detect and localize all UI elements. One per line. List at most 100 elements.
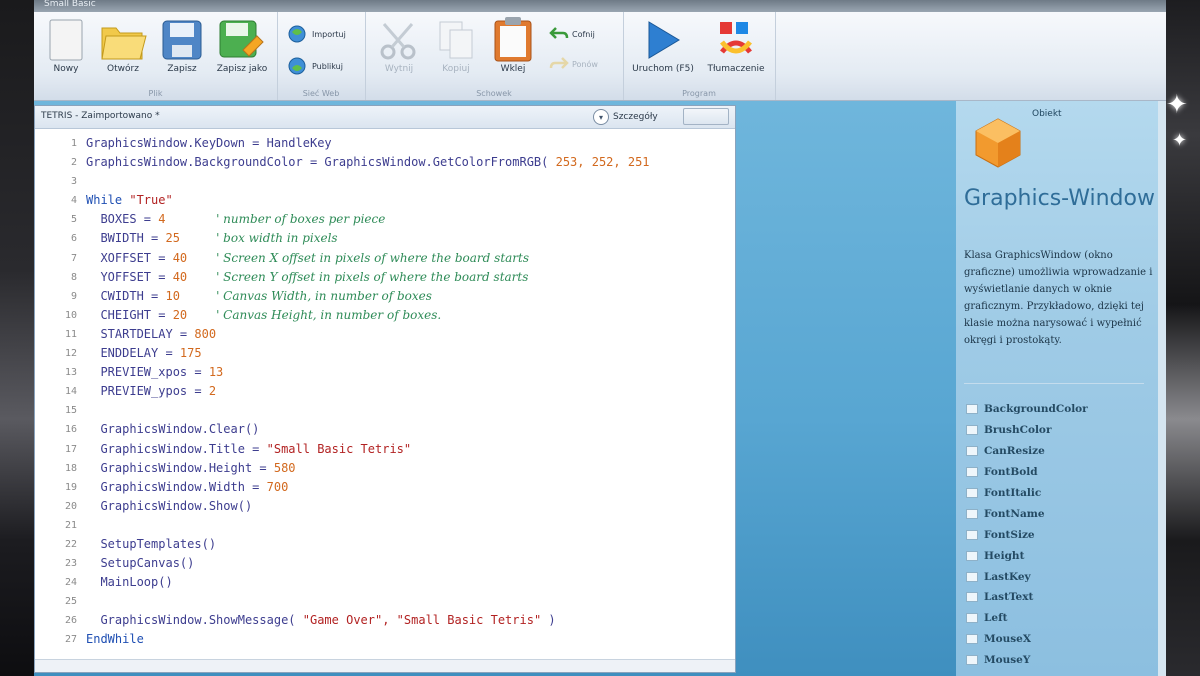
- line-number: 15: [64, 405, 77, 417]
- code-line[interactable]: 21: [35, 516, 725, 535]
- open-button-label: Otwórz: [107, 64, 139, 74]
- copy-button[interactable]: Kopiuj: [431, 18, 481, 74]
- publish-button[interactable]: Publikuj: [287, 56, 343, 76]
- ribbon-group-web-label: Sieć Web: [302, 89, 340, 98]
- cut-button[interactable]: Wytnij: [373, 18, 425, 74]
- help-property-item[interactable]: Height: [966, 545, 1162, 566]
- publish-button-label: Publikuj: [312, 61, 343, 71]
- code-token: 700: [266, 479, 289, 494]
- run-button[interactable]: Uruchom (F5): [627, 18, 699, 74]
- code-editor[interactable]: 1 GraphicsWindow.KeyDown = HandleKey 2 Grap…: [35, 134, 725, 654]
- help-property-item[interactable]: Left: [966, 608, 1162, 629]
- code-line[interactable]: 4 While "True": [35, 191, 725, 210]
- help-property-item[interactable]: MouseX: [966, 629, 1162, 650]
- code-editor-window: TETRIS - Zaimportowano * ▾ Szczegóły 1 Gr…: [34, 105, 736, 673]
- code-line[interactable]: 25: [35, 592, 725, 611]
- code-line[interactable]: 13 PREVIEW_xpos = 13: [35, 363, 725, 382]
- help-property-item[interactable]: FontSize: [966, 524, 1162, 545]
- copy-icon: [439, 21, 473, 59]
- line-number: 3: [70, 176, 77, 188]
- new-button[interactable]: Nowy: [44, 18, 88, 74]
- code-line[interactable]: 19 GraphicsWindow.Width = 700: [35, 478, 725, 497]
- translate-icon: [720, 22, 752, 54]
- import-button[interactable]: Importuj: [287, 24, 346, 44]
- code-line[interactable]: 10 CHEIGHT = 20 ' Canvas Height, in numb…: [35, 306, 725, 325]
- code-token: 253, 252, 251: [555, 155, 650, 170]
- code-token: "Game Over", "Small Basic Tetris": [302, 613, 542, 628]
- code-line[interactable]: 24 MainLoop(): [35, 573, 725, 592]
- code-line[interactable]: 23 SetupCanvas(): [35, 554, 725, 573]
- redo-button[interactable]: Ponów: [549, 56, 598, 72]
- code-line[interactable]: 7 XOFFSET = 40 ' Screen X offset in pixe…: [35, 249, 725, 268]
- code-line[interactable]: 2 GraphicsWindow.BackgroundColor = Graphi…: [35, 153, 725, 172]
- help-property-item[interactable]: CanResize: [966, 441, 1162, 462]
- details-toggle-button[interactable]: ▾ Szczegóły: [593, 109, 658, 125]
- code-line[interactable]: 18 GraphicsWindow.Height = 580: [35, 459, 725, 478]
- code-line[interactable]: 14 PREVIEW_ypos = 2: [35, 382, 725, 401]
- code-text: BWIDTH = 25 ' box width in pixels: [86, 229, 337, 248]
- code-line[interactable]: 11 STARTDELAY = 800: [35, 325, 725, 344]
- horizontal-scrollbar[interactable]: [35, 659, 735, 672]
- help-vertical-scrollbar[interactable]: [1158, 101, 1166, 676]
- paste-button[interactable]: Wklej: [489, 16, 537, 74]
- line-number: 26: [64, 615, 77, 627]
- code-text: While "True": [86, 191, 173, 210]
- property-label: MouseX: [984, 633, 1031, 646]
- code-line[interactable]: 27 EndWhile: [35, 630, 725, 649]
- code-line[interactable]: 20 GraphicsWindow.Show(): [35, 497, 725, 516]
- code-line[interactable]: 1 GraphicsWindow.KeyDown = HandleKey: [35, 134, 725, 153]
- open-button[interactable]: Otwórz: [96, 18, 150, 74]
- code-token: PREVIEW_ypos =: [86, 384, 209, 399]
- property-label: Height: [984, 549, 1025, 562]
- translate-button[interactable]: Tłumaczenie: [703, 18, 769, 74]
- code-token: "True": [129, 193, 173, 208]
- sparkle-icon: ✦: [1166, 90, 1188, 120]
- code-line[interactable]: 5 BOXES = 4 ' number of boxes per piece: [35, 210, 725, 229]
- ribbon-group-file: Nowy Otwórz Zapisz Zapisz jako Plik: [34, 12, 278, 100]
- code-token: XOFFSET =: [86, 250, 173, 265]
- code-line[interactable]: 3: [35, 172, 725, 191]
- details-label: Szczegóły: [613, 112, 658, 122]
- help-property-item[interactable]: LastText: [966, 587, 1162, 608]
- undo-button[interactable]: Cofnij: [549, 26, 595, 42]
- code-text: PREVIEW_ypos = 2: [86, 382, 216, 401]
- close-document-button[interactable]: [683, 108, 729, 125]
- code-token: 40: [172, 269, 188, 284]
- code-line[interactable]: 26 GraphicsWindow.ShowMessage( "Game Ove…: [35, 611, 725, 630]
- line-number: 1: [70, 138, 77, 149]
- line-number: 25: [64, 596, 77, 608]
- save-as-button[interactable]: Zapisz jako: [212, 18, 272, 74]
- code-line[interactable]: 16 GraphicsWindow.Clear(): [35, 420, 725, 439]
- line-number: 20: [64, 500, 77, 512]
- line-number: 8: [70, 271, 77, 283]
- help-property-item[interactable]: MouseY: [966, 650, 1162, 671]
- code-line[interactable]: 12 ENDDELAY = 175: [35, 344, 725, 363]
- help-property-item[interactable]: FontItalic: [966, 483, 1162, 504]
- property-label: FontBold: [984, 466, 1038, 479]
- help-property-item[interactable]: FontName: [966, 503, 1162, 524]
- code-token: CHEIGHT =: [86, 307, 173, 322]
- code-line[interactable]: 22 SetupTemplates(): [35, 535, 725, 554]
- import-button-label: Importuj: [312, 29, 346, 39]
- save-button[interactable]: Zapisz: [158, 18, 206, 74]
- code-token: 580: [273, 460, 296, 475]
- property-label: LastKey: [984, 570, 1031, 583]
- code-token: GraphicsWindow.Clear(): [86, 422, 260, 437]
- code-line[interactable]: 15: [35, 401, 725, 420]
- help-property-item[interactable]: BrushColor: [966, 420, 1162, 441]
- code-line[interactable]: 9 CWIDTH = 10 ' Canvas Width, in number …: [35, 287, 725, 306]
- code-line[interactable]: 8 YOFFSET = 40 ' Screen Y offset in pixe…: [35, 268, 725, 287]
- save-as-icon: [219, 20, 264, 58]
- help-property-item[interactable]: BackgroundColor: [966, 399, 1162, 420]
- code-line[interactable]: 6 BWIDTH = 25 ' box width in pixels: [35, 229, 725, 248]
- property-label: FontSize: [984, 528, 1035, 541]
- code-token: 10: [165, 288, 180, 303]
- help-property-item[interactable]: LastKey: [966, 566, 1162, 587]
- code-line[interactable]: 17 GraphicsWindow.Title = "Small Basic T…: [35, 440, 725, 459]
- code-text: PREVIEW_xpos = 13: [86, 363, 223, 382]
- cut-button-label: Wytnij: [384, 64, 414, 74]
- help-property-item[interactable]: FontBold: [966, 462, 1162, 483]
